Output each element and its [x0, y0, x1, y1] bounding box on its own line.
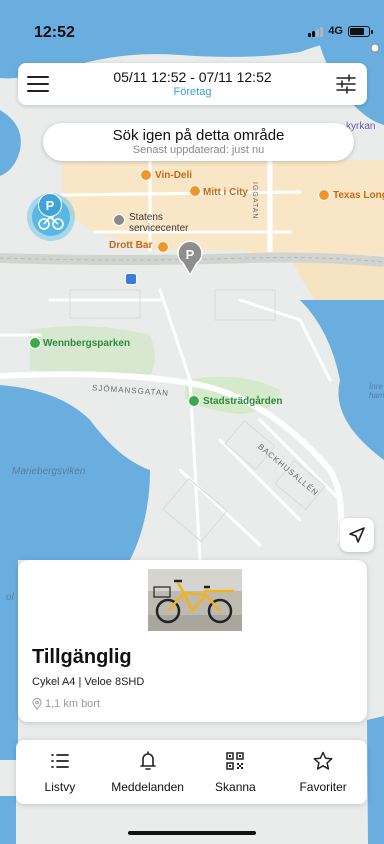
- inre-hamn-label-2: hamn: [369, 391, 384, 400]
- mitt-i-city-label: Mitt i City: [203, 187, 248, 198]
- stadstradgarden-label: Stadsträdgården: [203, 396, 283, 407]
- location-pin-icon: [32, 698, 42, 710]
- account-type-label: Företag: [173, 86, 212, 98]
- sliders-icon[interactable]: [335, 74, 357, 94]
- statens-servicecenter-poi-icon[interactable]: [113, 214, 125, 226]
- bike-model: Cykel A4 | Veloe 8SHD: [32, 676, 145, 688]
- nav-label-listvy: Listvy: [44, 780, 76, 794]
- network-type: 4G: [328, 25, 343, 37]
- mariebergsviken-label: Mariebergsviken: [12, 466, 86, 477]
- inre-hamn-label-1: Inre: [369, 382, 383, 391]
- statens-label: Statens: [129, 212, 163, 223]
- nav-item-favoriter[interactable]: Favoriter: [279, 740, 367, 804]
- location-arrow-icon: [349, 527, 365, 543]
- bottom-navigation: Listvy Meddelanden Skanna Favoriter: [16, 740, 367, 804]
- locate-me-button[interactable]: [340, 518, 374, 552]
- list-icon: [50, 754, 69, 768]
- train-station-icon[interactable]: [125, 273, 137, 285]
- date-range-text: 05/11 12:52 - 07/11 12:52: [113, 69, 272, 85]
- qr-code-icon: [226, 752, 245, 770]
- mitt-i-city-poi-icon[interactable]: [189, 185, 201, 197]
- nav-label-skanna: Skanna: [215, 780, 256, 794]
- texas-long-label: Texas Long: [333, 190, 384, 201]
- battery-icon: [348, 25, 373, 37]
- drott-bar-poi-icon[interactable]: [157, 241, 169, 253]
- status-time: 12:52: [34, 24, 75, 41]
- star-icon: [313, 751, 333, 770]
- servicecenter-label: servicecenter: [129, 223, 189, 234]
- status-indicators: 4G: [308, 25, 373, 37]
- drott-bar-label: Drott Bar: [109, 240, 153, 251]
- bike-photo: [148, 569, 242, 631]
- status-bar: 12:52 4G: [0, 0, 384, 52]
- search-this-area-label: Sök igen på detta område: [112, 127, 285, 144]
- vin-deli-poi-icon[interactable]: [140, 169, 152, 181]
- nav-label-meddelanden: Meddelanden: [111, 780, 184, 794]
- bike-info-card[interactable]: Tillgänglig Cykel A4 | Veloe 8SHD 1,1 km…: [18, 560, 367, 722]
- nav-label-favoriter: Favoriter: [299, 780, 347, 794]
- texas-long-poi-icon[interactable]: [318, 189, 330, 201]
- vin-deli-label: Vin-Deli: [155, 170, 193, 181]
- date-range-bar[interactable]: 05/11 12:52 - 07/11 12:52 Företag: [18, 63, 367, 105]
- bike-cluster-marker[interactable]: P: [27, 193, 75, 241]
- nav-item-meddelanden[interactable]: Meddelanden: [104, 740, 192, 804]
- signal-icon: [308, 26, 324, 37]
- last-updated-label: Senast uppdaterad: just nu: [132, 144, 265, 156]
- parking-pin-letter: P: [186, 247, 195, 262]
- edge-water-label: ol: [6, 592, 14, 603]
- bike-status: Tillgänglig: [32, 646, 132, 668]
- search-this-area-button[interactable]: Sök igen på detta område Senast uppdater…: [43, 123, 354, 161]
- parking-pin-icon[interactable]: P: [176, 240, 204, 276]
- nav-item-skanna[interactable]: Skanna: [192, 740, 280, 804]
- bell-icon: [139, 751, 156, 770]
- bike-distance: 1,1 km bort: [32, 698, 100, 710]
- home-indicator[interactable]: [128, 831, 256, 835]
- nav-item-listvy[interactable]: Listvy: [16, 740, 104, 804]
- bike-parking-badge: P: [38, 193, 62, 217]
- iggatan-street-label: IGGATAN: [251, 182, 258, 220]
- wennbergsparken-label: Wennbergsparken: [43, 338, 131, 349]
- bike-distance-text: 1,1 km bort: [45, 698, 101, 710]
- wennbergsparken-poi-icon[interactable]: [29, 337, 41, 349]
- stadstradgarden-poi-icon[interactable]: [188, 395, 200, 407]
- date-range-display[interactable]: 05/11 12:52 - 07/11 12:52 Företag: [68, 69, 317, 98]
- hamburger-menu-icon[interactable]: [27, 74, 49, 94]
- battery-level: [350, 27, 365, 35]
